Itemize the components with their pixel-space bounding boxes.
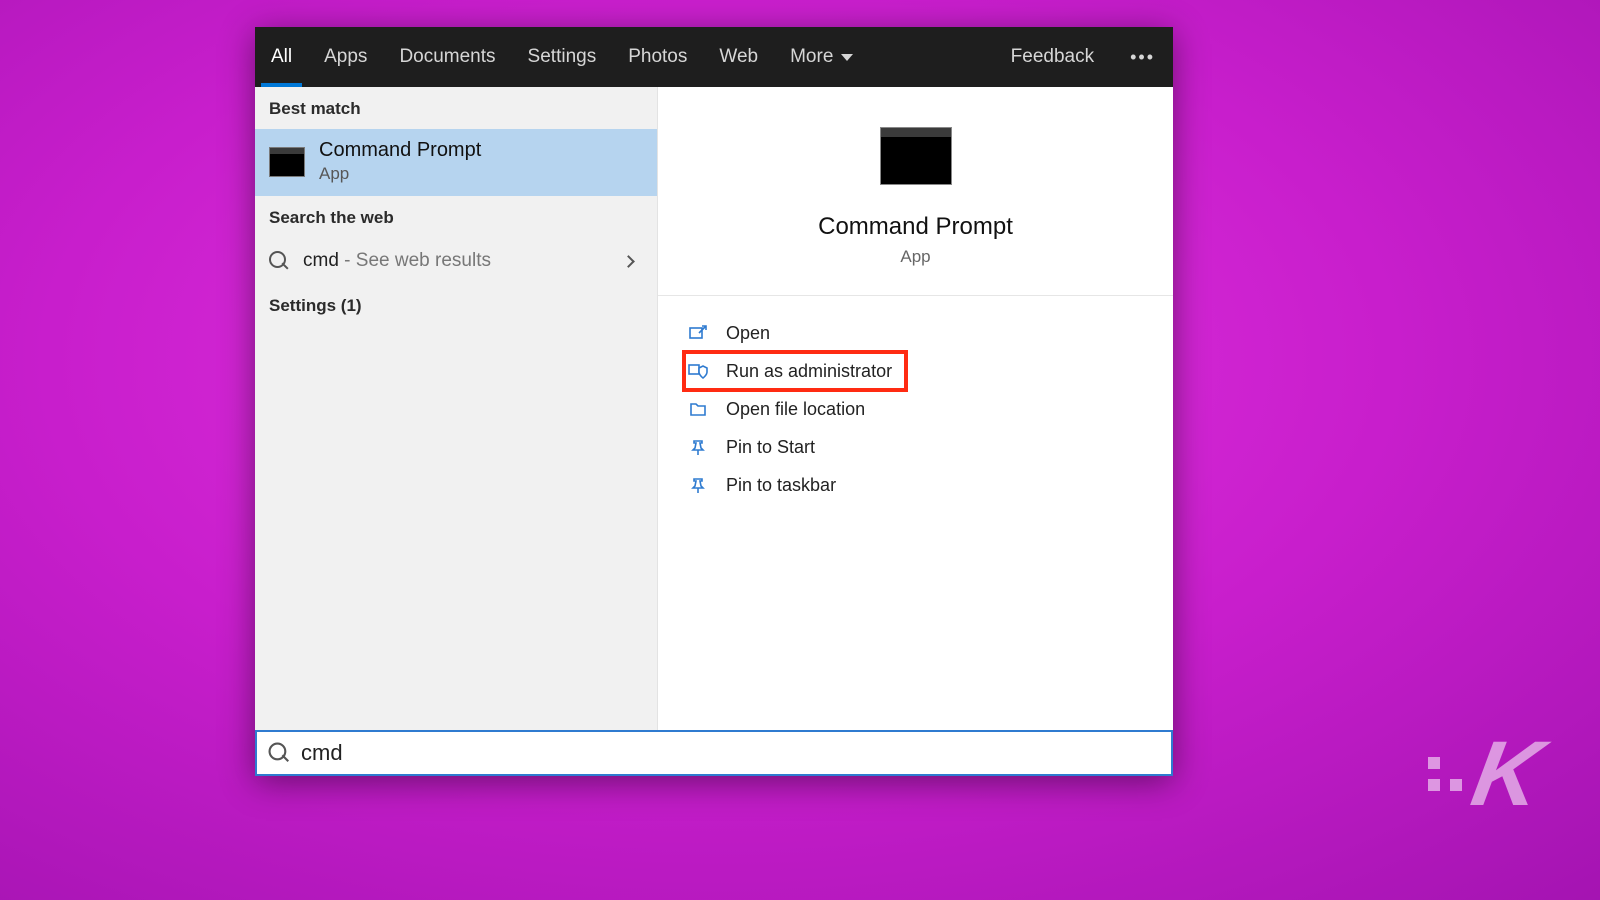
search-web-label: Search the web bbox=[255, 196, 657, 238]
action-open-location-label: Open file location bbox=[726, 399, 865, 420]
preview-actions: Open Run as administrator bbox=[658, 296, 1173, 522]
best-match-label: Best match bbox=[255, 87, 657, 129]
pin-icon bbox=[688, 438, 708, 456]
action-pin-taskbar-label: Pin to taskbar bbox=[726, 475, 836, 496]
tab-photos[interactable]: Photos bbox=[612, 27, 703, 87]
command-prompt-icon bbox=[269, 147, 305, 177]
watermark-dots-icon bbox=[1428, 757, 1462, 791]
preview-subtitle: App bbox=[900, 247, 930, 267]
web-result-text: cmd - See web results bbox=[303, 250, 610, 272]
action-pin-start-label: Pin to Start bbox=[726, 437, 815, 458]
web-result-cmd[interactable]: cmd - See web results bbox=[255, 238, 657, 284]
preview-column: Command Prompt App Open bbox=[658, 87, 1173, 776]
command-prompt-icon bbox=[880, 127, 952, 185]
result-title: Command Prompt bbox=[319, 139, 481, 162]
search-icon bbox=[269, 743, 290, 764]
watermark: K bbox=[1428, 728, 1540, 820]
shield-icon bbox=[688, 362, 708, 380]
preview-header: Command Prompt App bbox=[658, 87, 1173, 296]
tab-documents[interactable]: Documents bbox=[383, 27, 511, 87]
chevron-right-icon bbox=[622, 255, 635, 268]
search-input[interactable] bbox=[301, 740, 1159, 766]
result-command-prompt[interactable]: Command Prompt App bbox=[255, 129, 657, 196]
action-open[interactable]: Open bbox=[658, 314, 1173, 352]
tab-all[interactable]: All bbox=[255, 27, 308, 87]
web-query: cmd bbox=[303, 250, 339, 271]
search-icon bbox=[269, 251, 289, 271]
tab-settings[interactable]: Settings bbox=[512, 27, 613, 87]
result-subtitle: App bbox=[319, 164, 481, 184]
results-column: Best match Command Prompt App Search the… bbox=[255, 87, 658, 776]
overflow-menu-button[interactable]: ••• bbox=[1112, 27, 1173, 87]
action-pin-to-start[interactable]: Pin to Start bbox=[658, 428, 1173, 466]
tab-more-label: More bbox=[790, 46, 833, 68]
settings-section-label[interactable]: Settings (1) bbox=[255, 284, 657, 326]
watermark-letter: K bbox=[1465, 728, 1548, 820]
action-pin-to-taskbar[interactable]: Pin to taskbar bbox=[658, 466, 1173, 504]
tab-web[interactable]: Web bbox=[703, 27, 774, 87]
preview-title: Command Prompt bbox=[818, 213, 1013, 241]
panel-body: Best match Command Prompt App Search the… bbox=[255, 87, 1173, 776]
action-open-file-location[interactable]: Open file location bbox=[658, 390, 1173, 428]
folder-icon bbox=[688, 400, 708, 418]
feedback-link[interactable]: Feedback bbox=[993, 27, 1112, 87]
action-run-admin-label: Run as administrator bbox=[726, 361, 892, 382]
web-hint: - See web results bbox=[339, 250, 491, 271]
search-panel: All Apps Documents Settings Photos Web M… bbox=[255, 27, 1173, 776]
filter-tabs: All Apps Documents Settings Photos Web M… bbox=[255, 27, 1173, 87]
chevron-down-icon bbox=[841, 54, 853, 61]
search-bar[interactable] bbox=[255, 730, 1173, 776]
action-open-label: Open bbox=[726, 323, 770, 344]
open-icon bbox=[688, 324, 708, 342]
pin-icon bbox=[688, 476, 708, 494]
action-run-as-administrator[interactable]: Run as administrator bbox=[684, 352, 906, 390]
result-text: Command Prompt App bbox=[319, 139, 481, 184]
tab-more[interactable]: More bbox=[774, 27, 869, 87]
tab-apps[interactable]: Apps bbox=[308, 27, 383, 87]
